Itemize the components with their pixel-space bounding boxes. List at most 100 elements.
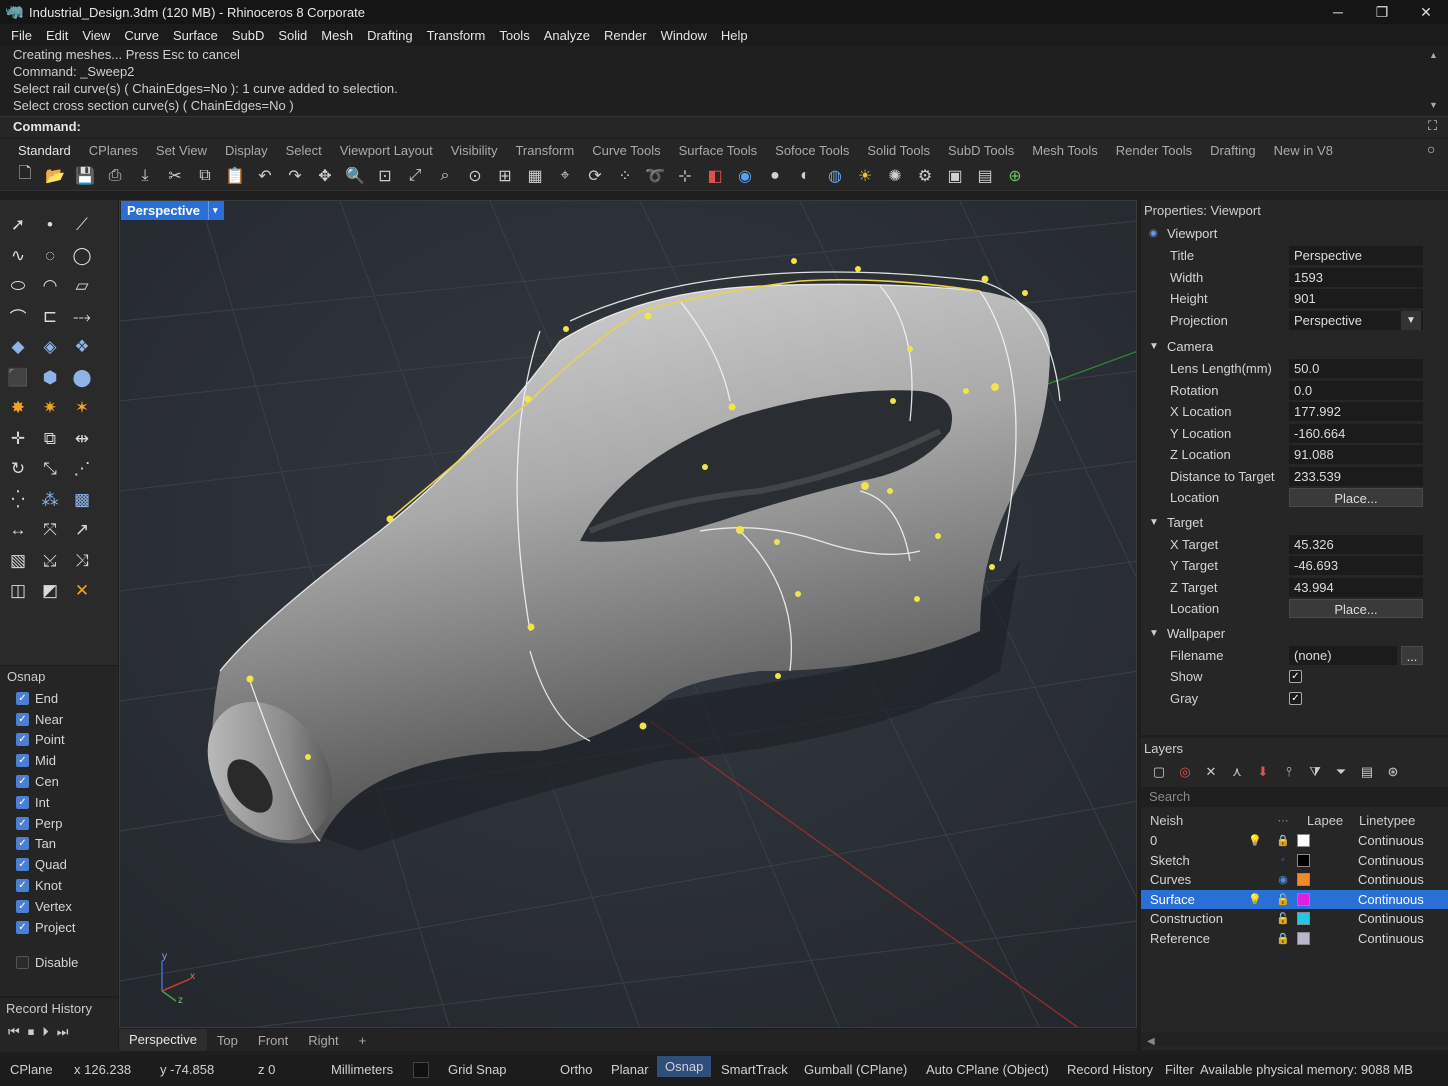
check-icon[interactable]: ✓ xyxy=(16,712,29,726)
save-icon[interactable]: 💾 xyxy=(72,164,98,188)
x-target-field[interactable]: 45.326 xyxy=(1289,534,1423,554)
lock-icon[interactable]: ◉ xyxy=(1269,873,1297,886)
arc-icon[interactable]: ◠ xyxy=(35,271,65,302)
menu-surface[interactable]: Surface xyxy=(166,28,225,43)
paste-icon[interactable]: 📋 xyxy=(222,164,248,188)
tab-transform[interactable]: Transform xyxy=(506,143,583,158)
lock-icon[interactable]: 🔓 xyxy=(1269,912,1297,925)
wallpaper-section[interactable]: ▼ Wallpaper xyxy=(1141,622,1448,645)
layer-row[interactable]: 0 💡 🔒 Continuous xyxy=(1141,831,1448,851)
move-up-icon[interactable]: ⋏ xyxy=(1227,764,1247,780)
select-points-icon[interactable]: ⁘ xyxy=(612,164,638,188)
block-icon[interactable]: ▩ xyxy=(67,485,97,516)
osnap-end[interactable]: ✓ End xyxy=(0,688,118,709)
point-icon[interactable]: • xyxy=(35,210,65,241)
copy-object-icon[interactable]: ⧉ xyxy=(35,424,65,455)
osnap-mid[interactable]: ✓ Mid xyxy=(0,750,118,771)
bulb-icon[interactable]: 💡 xyxy=(1241,893,1269,906)
cplane-status[interactable]: CPlane xyxy=(10,1062,53,1077)
grid-icon[interactable]: ▦ xyxy=(522,164,548,188)
new-icon[interactable]: 🗋 xyxy=(12,164,38,188)
box-icon[interactable]: ⬛ xyxy=(3,363,33,394)
add-viewport-button[interactable]: + xyxy=(349,1033,377,1048)
osnap-project[interactable]: ✓ Project xyxy=(0,917,118,938)
gear-icon[interactable]: ○ xyxy=(1427,141,1435,157)
scroll-up-icon[interactable]: ▲ xyxy=(1429,50,1438,60)
last-icon[interactable]: ⏭ xyxy=(57,1024,69,1040)
y-target-field[interactable]: -46.693 xyxy=(1289,556,1423,576)
viewport-title-tab[interactable]: Perspective ▾ xyxy=(121,201,224,220)
layer-search-input[interactable]: Search xyxy=(1141,787,1448,807)
units-status[interactable]: Millimeters xyxy=(331,1062,393,1077)
print-icon[interactable]: ⎙ xyxy=(102,164,128,188)
offset-icon[interactable]: ⊏ xyxy=(35,302,65,333)
osnap-disable[interactable]: Disable xyxy=(0,953,118,974)
osnap-icon[interactable]: ⊹ xyxy=(672,164,698,188)
undo-icon[interactable]: ↶ xyxy=(252,164,278,188)
smarttrack-toggle[interactable]: SmartTrack xyxy=(721,1062,788,1077)
tab-set-view[interactable]: Set View xyxy=(147,143,216,158)
layer-color-swatch[interactable] xyxy=(1297,931,1310,945)
extend-icon[interactable]: ⤏ xyxy=(67,302,97,333)
layer-icon[interactable]: ◧ xyxy=(702,164,728,188)
column-lapee[interactable]: Lapee xyxy=(1297,813,1359,828)
checkbox-empty-icon[interactable] xyxy=(16,956,29,970)
curve-cv-icon[interactable]: ◌ xyxy=(35,241,65,272)
zoom-target-icon[interactable]: ⊙ xyxy=(462,164,488,188)
mesh-icon[interactable]: ◫ xyxy=(3,576,33,607)
tab-surface-tools[interactable]: Surface Tools xyxy=(670,143,767,158)
viewport-scene[interactable]: y x z xyxy=(120,201,1137,1028)
tab-standard[interactable]: Standard xyxy=(9,143,80,158)
x-location-field[interactable]: 177.992 xyxy=(1289,402,1423,422)
z-location-field[interactable]: 91.088 xyxy=(1289,445,1423,465)
lock-icon[interactable]: 🔓 xyxy=(1269,893,1297,906)
rendered-sphere-icon[interactable]: ◐ xyxy=(792,164,818,188)
menu-render[interactable]: Render xyxy=(597,28,654,43)
lens-field[interactable]: 50.0 xyxy=(1289,359,1423,379)
curve-icon[interactable]: ∿ xyxy=(3,241,33,272)
mirror-icon[interactable]: ⇹ xyxy=(67,424,97,455)
tab-sofoce-tools[interactable]: Sofoce Tools xyxy=(766,143,858,158)
chevron-down-icon[interactable]: ▼ xyxy=(1401,310,1421,330)
check-icon[interactable]: ✓ xyxy=(16,920,29,934)
browse-button[interactable]: ... xyxy=(1401,645,1423,665)
menu-solid[interactable]: Solid xyxy=(271,28,314,43)
check-icon[interactable]: ✓ xyxy=(16,754,29,768)
surface-icon[interactable]: ◆ xyxy=(3,332,33,363)
perspective-viewport[interactable]: y x z xyxy=(119,200,1137,1028)
ortho-toggle[interactable]: Ortho xyxy=(560,1062,593,1077)
tab-select[interactable]: Select xyxy=(277,143,331,158)
tab-drafting[interactable]: Drafting xyxy=(1201,143,1265,158)
play-icon[interactable]: ⏵ xyxy=(42,1024,49,1040)
tab-top[interactable]: Top xyxy=(207,1033,248,1048)
filter-layers-icon[interactable]: ⧩ xyxy=(1305,764,1325,780)
layers-scrollbar[interactable]: ◀ xyxy=(1141,1032,1448,1047)
menu-drafting[interactable]: Drafting xyxy=(360,28,420,43)
tab-cplanes[interactable]: CPlanes xyxy=(80,143,147,158)
zoom-icon[interactable]: 🔍 xyxy=(342,164,368,188)
analyze-icon[interactable]: ⤩ xyxy=(35,546,65,577)
rotation-field[interactable]: 0.0 xyxy=(1289,380,1423,400)
menu-mesh[interactable]: Mesh xyxy=(314,28,360,43)
check-icon[interactable]: ✓ xyxy=(16,775,29,789)
copy-icon[interactable]: ⧉ xyxy=(192,164,218,188)
first-icon[interactable]: ⏮ xyxy=(8,1024,20,1040)
layer-states-icon[interactable]: ▤ xyxy=(1357,764,1377,780)
menu-edit[interactable]: Edit xyxy=(39,28,75,43)
viewport-section[interactable]: ◉ Viewport xyxy=(1141,222,1448,245)
z-target-field[interactable]: 43.994 xyxy=(1289,577,1423,597)
control-points-icon[interactable]: ⁛ xyxy=(3,485,33,516)
bulb-icon[interactable]: 💡 xyxy=(1241,834,1269,847)
expand-icon[interactable]: ⛶ xyxy=(1428,118,1437,134)
layer-color-swatch[interactable] xyxy=(1297,873,1310,887)
properties-icon[interactable]: ▣ xyxy=(942,164,968,188)
pan-icon[interactable]: ✥ xyxy=(312,164,338,188)
sun-icon[interactable]: ✺ xyxy=(882,164,908,188)
filter-icon[interactable]: ⫯ xyxy=(1279,764,1299,780)
move-down-icon[interactable]: ⬇ xyxy=(1253,764,1273,780)
tab-new-in-v8[interactable]: New in V8 xyxy=(1265,143,1342,158)
title-field[interactable]: Perspective xyxy=(1289,246,1423,266)
layer-color-indicator[interactable] xyxy=(413,1062,429,1078)
chevron-down-icon[interactable]: ▼ xyxy=(1149,517,1163,528)
osnap-knot[interactable]: ✓ Knot xyxy=(0,875,118,896)
